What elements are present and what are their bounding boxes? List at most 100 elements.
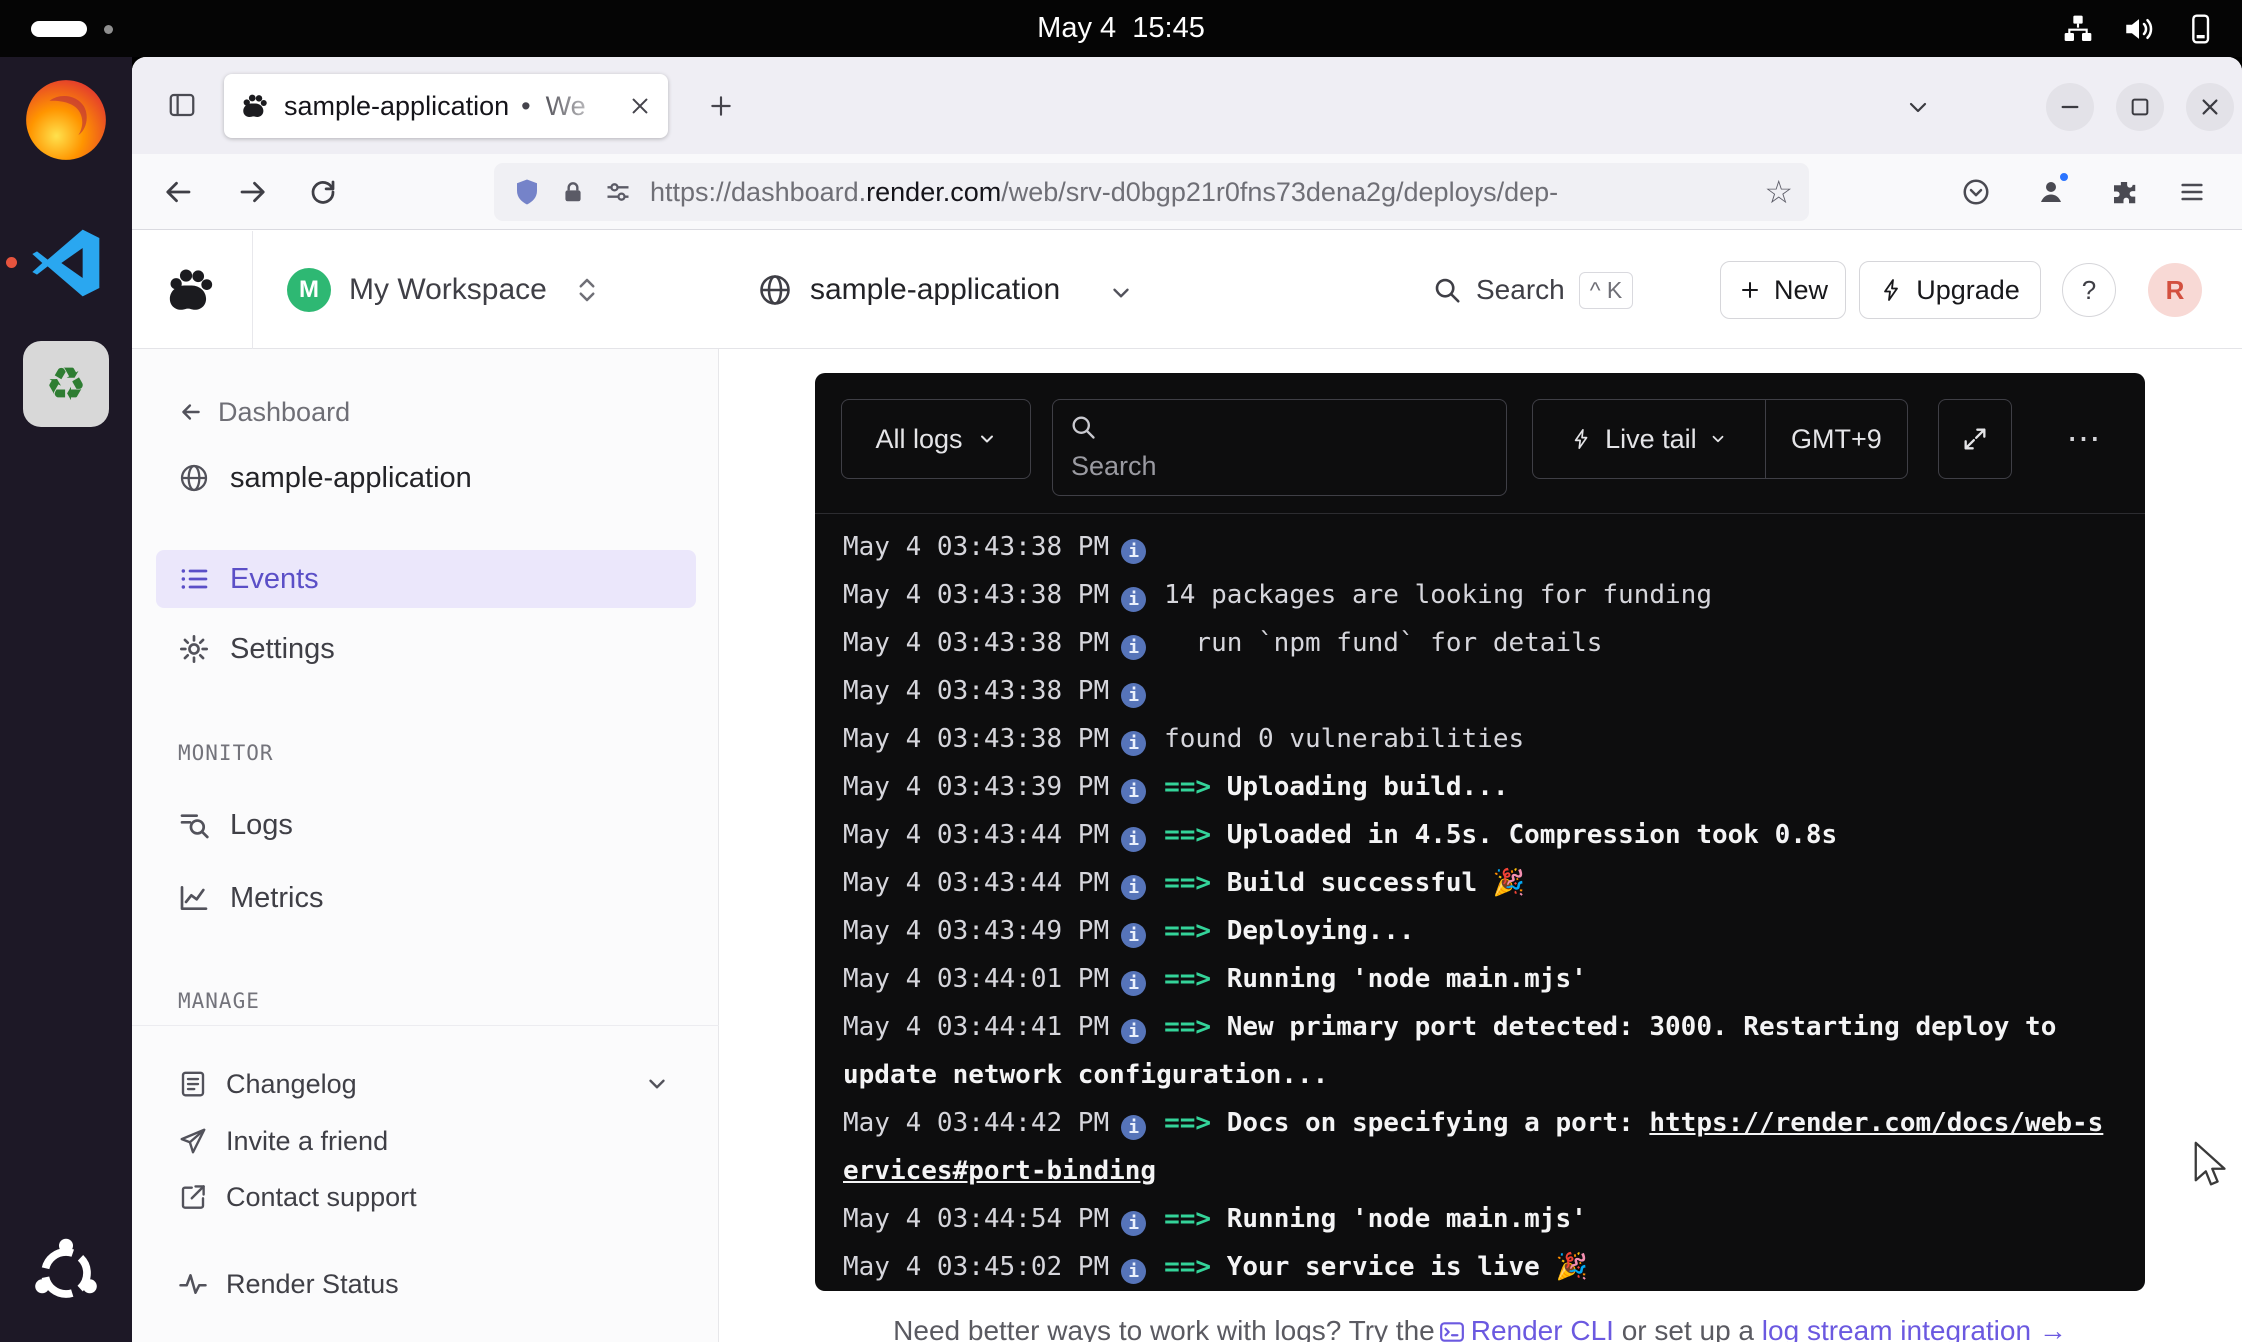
- globe-icon: [178, 462, 210, 494]
- sidebar-item-dashboard[interactable]: Dashboard: [178, 384, 350, 440]
- render-logo[interactable]: [164, 263, 218, 317]
- search-logs-icon: [178, 809, 210, 841]
- info-icon: i: [1121, 779, 1146, 804]
- window-minimize-button[interactable]: [2046, 83, 2094, 131]
- log-message: Build successful 🎉: [1227, 868, 1525, 898]
- info-icon: i: [1121, 683, 1146, 708]
- sidebar-item-logs[interactable]: Logs: [178, 797, 293, 853]
- permissions-icon[interactable]: [604, 178, 632, 206]
- sidebar-item-settings[interactable]: Settings: [178, 621, 335, 677]
- back-icon[interactable]: [152, 165, 206, 219]
- sidebar-item-changelog[interactable]: Changelog: [178, 1059, 357, 1109]
- browser-nav-bar: https://dashboard.render.com/web/srv-d0b…: [132, 154, 2242, 230]
- header-divider: [252, 231, 253, 349]
- log-message: Docs on specifying a port:: [1227, 1108, 1650, 1138]
- window-close-button[interactable]: [2186, 83, 2234, 131]
- ubuntu-logo-icon[interactable]: [20, 1227, 112, 1319]
- firefox-dock-icon[interactable]: [20, 74, 112, 166]
- contact-support-icon: [178, 1182, 208, 1212]
- log-panel: All logs Search Live tail: [815, 373, 2145, 1291]
- sidebar-item-events[interactable]: Events: [156, 550, 696, 608]
- workspace-selector-icon[interactable]: [574, 275, 600, 305]
- recycle-app-dock-icon[interactable]: ♻: [20, 338, 112, 430]
- live-tail-dropdown[interactable]: Live tail: [1533, 400, 1765, 478]
- window-restore-button[interactable]: [2116, 83, 2164, 131]
- search-icon: [1432, 275, 1462, 305]
- log-arrow: ==>: [1164, 1108, 1227, 1138]
- global-search[interactable]: Search ^ K: [1432, 265, 1633, 315]
- sidebar: Dashboard sample-application Events: [132, 349, 719, 1342]
- log-stream-integration-link[interactable]: log stream integration →: [1762, 1315, 2067, 1342]
- help-button[interactable]: ?: [2062, 263, 2116, 317]
- log-more-options[interactable]: ⋯: [2045, 399, 2125, 479]
- info-icon: i: [1121, 875, 1146, 900]
- info-icon: i: [1121, 827, 1146, 852]
- changelog-chevron-icon[interactable]: [644, 1071, 670, 1097]
- sidebar-item-metrics[interactable]: Metrics: [178, 870, 323, 926]
- log-arrow: ==>: [1164, 1204, 1227, 1234]
- hamburger-menu-icon[interactable]: [2166, 166, 2218, 218]
- vscode-dock-icon[interactable]: [20, 217, 112, 309]
- log-arrow: ==>: [1164, 772, 1227, 802]
- info-icon: i: [1121, 539, 1146, 564]
- changelog-icon: [178, 1069, 208, 1099]
- log-line: May 4 03:44:01 PMi==> Running 'node main…: [843, 955, 2117, 1003]
- info-icon: i: [1121, 1259, 1146, 1284]
- log-line: May 4 03:43:49 PMi==> Deploying...: [843, 907, 2117, 955]
- list-all-tabs-icon[interactable]: [1894, 83, 1942, 131]
- system-tray[interactable]: [2062, 0, 2216, 57]
- url-bar[interactable]: https://dashboard.render.com/web/srv-d0b…: [494, 163, 1809, 221]
- battery-icon[interactable]: [2184, 13, 2216, 45]
- sidebar-item-contact-support[interactable]: Contact support: [178, 1172, 417, 1222]
- log-search-placeholder: Search: [1071, 451, 1157, 482]
- sidebar-item-render-status[interactable]: Render Status: [178, 1259, 399, 1309]
- browser-tab[interactable]: sample-application • We: [224, 74, 668, 138]
- log-line: May 4 03:43:44 PMi==> Uploaded in 4.5s. …: [843, 811, 2117, 859]
- network-tree-icon[interactable]: [2062, 13, 2094, 45]
- log-line: May 4 03:43:44 PMi==> Build successful 🎉: [843, 859, 2117, 907]
- log-arrow: ==>: [1164, 964, 1227, 994]
- upgrade-button[interactable]: Upgrade: [1859, 261, 2041, 319]
- tab-close-icon[interactable]: [622, 88, 658, 124]
- log-timestamp: May 4 03:43:44 PM: [843, 868, 1109, 898]
- forward-icon[interactable]: [225, 165, 279, 219]
- log-timestamp: May 4 03:43:44 PM: [843, 820, 1109, 850]
- log-filter-dropdown[interactable]: All logs: [841, 399, 1031, 479]
- new-button[interactable]: New: [1720, 261, 1846, 319]
- account-icon[interactable]: [2025, 166, 2077, 218]
- pocket-icon[interactable]: [1950, 166, 2002, 218]
- user-avatar[interactable]: R: [2148, 263, 2202, 317]
- expand-logs-icon[interactable]: [1938, 399, 2012, 479]
- info-icon: i: [1121, 1019, 1146, 1044]
- tab-bar: sample-application • We: [132, 57, 2242, 154]
- extensions-puzzle-icon[interactable]: [2098, 166, 2150, 218]
- bookmark-star-icon[interactable]: ☆: [1764, 172, 1793, 212]
- livetail-timezone-group: Live tail GMT+9: [1532, 399, 1908, 479]
- log-search-input[interactable]: Search: [1052, 399, 1507, 496]
- service-selector-chevron-icon[interactable]: [1108, 280, 1134, 306]
- sidebar-item-invite[interactable]: Invite a friend: [178, 1116, 388, 1166]
- log-line: May 4 03:43:38 PMi: [843, 523, 2117, 571]
- volume-icon[interactable]: [2122, 12, 2156, 46]
- render-dashboard: M My Workspace sample-application Search: [132, 231, 2242, 1342]
- reload-icon[interactable]: [296, 165, 350, 219]
- service-name[interactable]: sample-application: [810, 273, 1060, 307]
- firefox-view-icon[interactable]: [156, 79, 208, 131]
- workspace-avatar[interactable]: M: [287, 268, 331, 312]
- system-top-bar: May 4 15:45: [0, 0, 2242, 57]
- render-cli-link[interactable]: Render CLI: [1471, 1315, 1614, 1342]
- sidebar-service-name[interactable]: sample-application: [178, 450, 472, 506]
- log-line: May 4 03:43:38 PMi14 packages are lookin…: [843, 571, 2117, 619]
- log-timestamp: May 4 03:43:38 PM: [843, 676, 1109, 706]
- new-tab-button[interactable]: [698, 83, 744, 129]
- search-icon: [1069, 413, 1097, 441]
- info-icon: i: [1121, 1115, 1146, 1140]
- log-timestamp: May 4 03:44:54 PM: [843, 1204, 1109, 1234]
- logs-footer-note: Need better ways to work with logs? Try …: [815, 1315, 2145, 1342]
- lock-icon[interactable]: [560, 179, 586, 205]
- timezone-button[interactable]: GMT+9: [1765, 400, 1907, 478]
- system-clock[interactable]: May 4 15:45: [0, 0, 2242, 57]
- log-message: Your service is live 🎉: [1227, 1252, 1588, 1282]
- workspace-name[interactable]: My Workspace: [349, 273, 547, 307]
- tracking-shield-icon[interactable]: [512, 177, 542, 207]
